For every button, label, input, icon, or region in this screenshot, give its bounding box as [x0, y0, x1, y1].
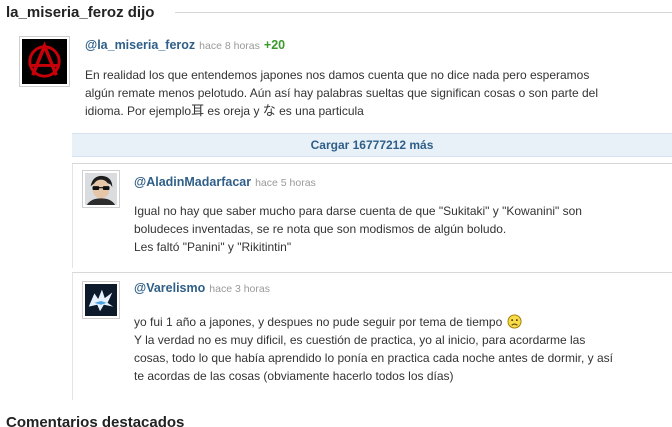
- reply-border: [72, 273, 73, 400]
- reply-line: yo fui 1 año a japones, y despues no pud…: [134, 313, 613, 331]
- main-comment-username[interactable]: @la_miseria_feroz: [85, 38, 195, 52]
- hiragana-na-glyph: な: [262, 104, 276, 119]
- reply-meta: @AladinMadarfacar hace 5 horas: [134, 175, 316, 189]
- reply-line: Les faltó "Panini" y "Rikitintin": [134, 240, 292, 254]
- section-title: la_miseria_feroz dijo: [6, 3, 155, 21]
- main-comment-time[interactable]: hace 8 horas: [199, 40, 260, 52]
- reply-line: te acordas de las cosas (obviamente hace…: [134, 369, 454, 383]
- reply-border: [72, 164, 73, 268]
- main-comment-meta: @la_miseria_feroz hace 8 horas +20: [85, 38, 285, 52]
- reply-body: yo fui 1 año a japones, y despues no pud…: [134, 313, 613, 385]
- main-comment-text: idioma. Por ejemplo: [85, 104, 192, 118]
- reply-time[interactable]: hace 5 horas: [255, 177, 316, 189]
- load-more-button[interactable]: Cargar 16777212 más: [72, 133, 672, 157]
- main-comment-votes: +20: [263, 38, 286, 52]
- person-with-sunglasses-avatar-icon: [85, 173, 117, 205]
- reply-line: boludeces inventadas, se re nota que son…: [134, 222, 507, 236]
- main-comment-avatar[interactable]: [19, 36, 70, 87]
- reply-avatar[interactable]: [82, 281, 120, 319]
- sad-face-icon: [507, 314, 522, 329]
- reply-text: yo fui 1 año a japones, y despues no pud…: [134, 315, 503, 329]
- reply-username[interactable]: @AladinMadarfacar: [134, 175, 251, 189]
- section-divider: [175, 12, 672, 13]
- reply-line: cosas, todo lo que había aprendido lo po…: [134, 351, 613, 365]
- wolf-logo-avatar-icon: [85, 284, 117, 316]
- reply-avatar[interactable]: [82, 170, 120, 208]
- anarchy-symbol-avatar-icon: [22, 39, 67, 84]
- reply-meta: @Varelismo hace 3 horas: [134, 281, 270, 295]
- main-comment-body: En realidad los que entendemos japones n…: [85, 66, 598, 121]
- reply-time[interactable]: hace 3 horas: [209, 283, 270, 295]
- kanji-ear-glyph: 耳: [191, 104, 205, 119]
- reply-body: Igual no hay que saber mucho para darse …: [134, 202, 582, 256]
- main-comment-line: idioma. Por ejemplo耳 es oreja y な es una…: [85, 102, 598, 121]
- reply-line: Igual no hay que saber mucho para darse …: [134, 204, 582, 218]
- main-comment-line: En realidad los que entendemos japones n…: [85, 68, 590, 82]
- main-comment-line: algún remate menos pelotudo. Aún así hay…: [85, 86, 598, 100]
- reply-username[interactable]: @Varelismo: [134, 281, 205, 295]
- main-comment-text: es una particula: [275, 104, 364, 118]
- featured-comments-title: Comentarios destacados: [6, 414, 185, 427]
- main-comment-text: es oreja y: [204, 104, 263, 118]
- reply-line: Y la verdad no es muy dificil, es cuesti…: [134, 333, 586, 347]
